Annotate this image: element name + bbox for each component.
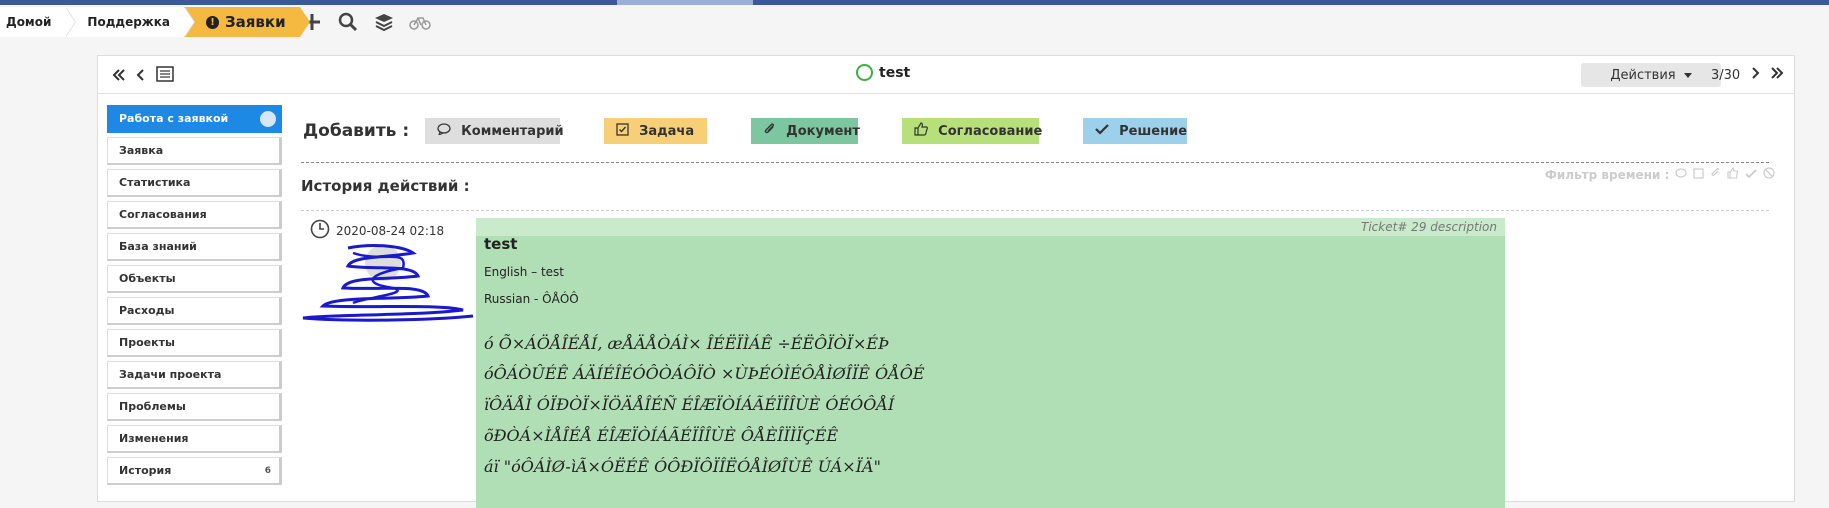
breadcrumb-support[interactable]: Поддержка [65,7,195,37]
bike-icon[interactable] [408,10,432,34]
double-chevron-left-icon[interactable] [112,67,126,86]
ticket-navbar: test Действия 3/30 [98,56,1794,94]
divider [301,210,1769,211]
ticket-panel: test Действия 3/30 Работа с заявкой Заяв… [97,55,1795,508]
add-document-label: Документ [786,123,860,139]
double-chevron-right-icon[interactable] [1770,66,1784,84]
add-decision-button[interactable]: Решение [1083,118,1188,144]
breadcrumb: Домой Поддержка ! Заявки [0,7,310,37]
ticket-title: test [856,64,910,81]
sidebar-item-ticket-work[interactable]: Работа с заявкой [107,105,282,133]
sidebar-item-badge [260,110,276,127]
history-title: История действий : [301,177,470,195]
breadcrumb-tickets-label: Заявки [225,13,286,31]
breadcrumb-home[interactable]: Домой [0,7,77,37]
pager: 3/30 [1711,66,1784,84]
redacted-avatar [302,244,474,322]
time-filter-label: Фильтр времени : [1545,167,1670,182]
sidebar-item-objects[interactable]: Объекты [107,265,282,293]
chevron-left-icon[interactable] [136,67,146,86]
entry-line: English – test [484,265,565,279]
sidebar-item-label: Статистика [119,176,191,189]
sidebar-item-label: Работа с заявкой [119,112,229,125]
pager-text: 3/30 [1711,67,1741,83]
sidebar-item-label: Проекты [119,336,175,349]
sidebar: Работа с заявкой Заявка Статистика Согла… [107,105,282,489]
time-filter: Фильтр времени : [1545,167,1775,182]
actions-dropdown[interactable]: Действия [1581,63,1721,87]
paperclip-icon [763,122,776,140]
actions-label: Действия [1610,67,1676,83]
sidebar-item-label: Объекты [119,272,176,285]
sidebar-item-expenses[interactable]: Расходы [107,297,282,325]
sidebar-item-label: Согласования [119,208,207,221]
add-task-label: Задача [639,123,695,139]
sidebar-item-knowledge-base[interactable]: База знаний [107,233,282,261]
caret-down-icon [1683,72,1692,78]
status-circle-icon [856,64,873,81]
thumbs-up-icon [914,122,929,140]
breadcrumb-home-label: Домой [6,15,52,29]
sidebar-item-label: История [119,464,172,477]
history-count-badge: 6 [264,465,271,476]
checkmark-icon [1095,123,1109,139]
filter-task-icon[interactable] [1693,167,1704,182]
list-icon[interactable] [156,66,174,86]
comment-icon [437,123,451,139]
filter-clear-icon[interactable] [1763,167,1775,182]
entry-body-line: áï "óÔÁÌØ-ìÃ×ÓËÉÊ ÓÔÐÏÔÏÎËÓÅÌØÎÙÊ ÚÁ×ÏÄ" [484,457,881,476]
add-decision-label: Решение [1119,123,1188,139]
sidebar-item-label: База знаний [119,240,197,253]
filter-comment-icon[interactable] [1675,167,1687,182]
add-approval-button[interactable]: Согласование [902,118,1043,144]
entry-line: Russian - ÔÅÓÔ [484,292,579,306]
filter-document-icon[interactable] [1710,167,1721,182]
sidebar-item-project-tasks[interactable]: Задачи проекта [107,361,282,389]
add-toolbar: Добавить : Комментарий Задача Документ С… [303,118,1231,144]
sidebar-item-label: Задачи проекта [119,368,222,381]
add-comment-button[interactable]: Комментарий [425,118,564,144]
entry-card: Ticket# 29 description test English – te… [476,218,1505,508]
entry-body-line: óÔÁÒÛÉÊ ÁÄÍÉÎÉÓÔÒÁÔÏÒ ×ÙÞÉÓÌÉÔÅÌØÎÏÊ ÓÅÔ… [484,364,925,383]
sidebar-item-label: Расходы [119,304,175,317]
entry-body-line: ó Õ×ÁÖÅÎÉÅÍ, æÅÄÅÒÁÌ× ÎÉËÏÌÁÊ ÷ÉËÔÏÒÏ×ÉÞ [484,334,889,353]
sidebar-item-ticket[interactable]: Заявка [107,137,282,165]
filter-approval-icon[interactable] [1727,167,1739,182]
sidebar-item-changes[interactable]: Изменения [107,425,282,453]
sidebar-item-label: Изменения [119,432,189,445]
breadcrumb-tickets[interactable]: ! Заявки [184,7,310,37]
add-task-button[interactable]: Задача [604,118,708,144]
add-document-button[interactable]: Документ [751,118,860,144]
add-approval-label: Согласование [938,123,1043,139]
entry-body-line: õÐÒÁ×ÌÅÎÉÅ ÉÎÆÏÒÍÁÃÉÏÎÎÙÈ ÔÅÈÎÏÌÏÇÉÊ [484,426,839,445]
sidebar-item-label: Заявка [119,144,164,157]
sidebar-item-approvals[interactable]: Согласования [107,201,282,229]
layers-icon[interactable] [372,10,396,34]
sidebar-item-label: Проблемы [119,400,186,413]
search-icon[interactable] [336,10,360,34]
add-label: Добавить : [303,121,410,141]
divider [301,162,1769,163]
alert-icon: ! [206,15,219,29]
top-toolbar [300,10,432,34]
entry-body-line: ïÔÄÅÌ ÓÏÐÒÏ×ÏÖÄÅÎÉÑ ÉÎÆÏÒÍÁÃÉÏÎÎÙÈ ÓÉÓÔÅ… [484,395,895,414]
add-comment-label: Комментарий [461,123,564,139]
top-stripe [0,0,1829,5]
checkbox-icon [616,122,629,140]
chevron-right-icon[interactable] [1750,66,1760,84]
sidebar-item-statistics[interactable]: Статистика [107,169,282,197]
nav-controls [112,66,174,86]
sidebar-item-history[interactable]: История 6 [107,457,282,485]
ticket-title-text: test [879,64,911,81]
sidebar-item-problems[interactable]: Проблемы [107,393,282,421]
filter-decision-icon[interactable] [1745,168,1757,182]
entry-title: test [484,235,518,253]
breadcrumb-support-label: Поддержка [87,15,170,29]
entry-timestamp: 2020-08-24 02:18 [336,223,445,238]
sidebar-item-projects[interactable]: Проекты [107,329,282,357]
entry-header: Ticket# 29 description [476,218,1505,236]
